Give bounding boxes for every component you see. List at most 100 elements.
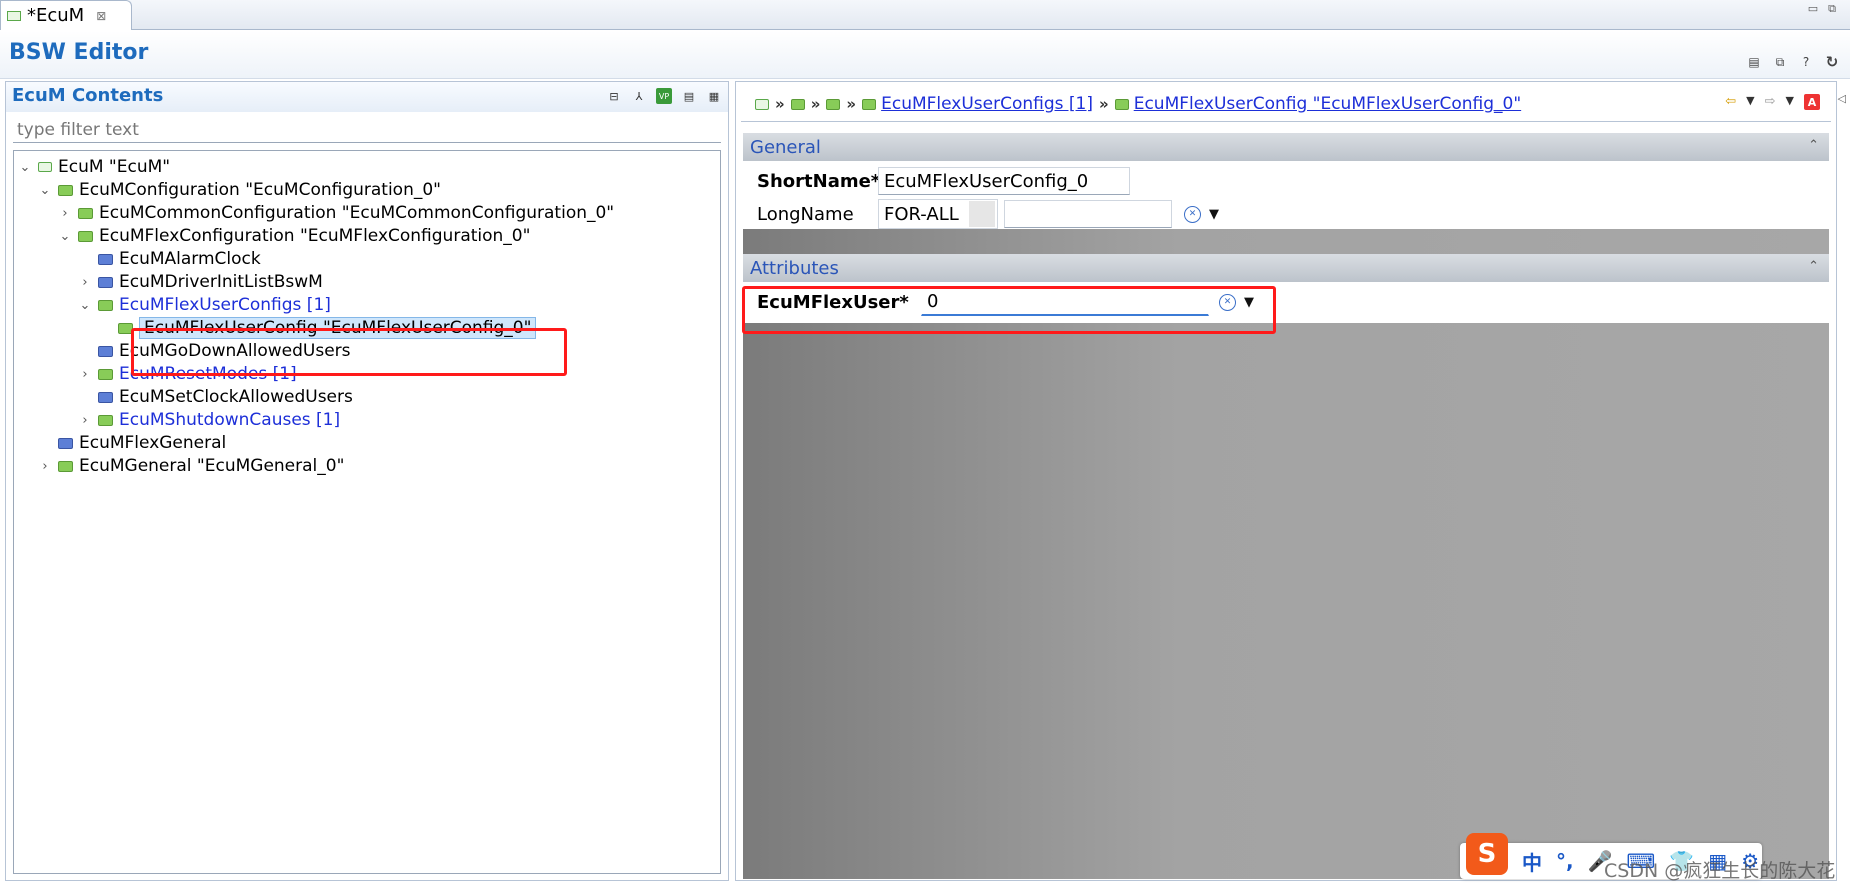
tree-item[interactable]: ⌄ EcuM "EcuM" bbox=[18, 155, 171, 179]
folder-icon bbox=[98, 276, 113, 288]
tree-item[interactable]: › EcuMDriverInitListBswM bbox=[78, 270, 322, 294]
breadcrumb-separator: » bbox=[810, 95, 821, 113]
breadcrumb: » » » EcuMFlexUserConfigs [1] » EcuMFlex… bbox=[741, 87, 1831, 122]
collapse-icon[interactable]: ⌃ bbox=[1808, 138, 1819, 153]
help-icon[interactable]: ? bbox=[1798, 54, 1814, 70]
folder-icon[interactable] bbox=[790, 98, 805, 110]
chevron-right-icon[interactable]: › bbox=[58, 206, 72, 221]
tree-item[interactable]: › EcuMResetModes [1] bbox=[78, 362, 297, 386]
punctuation-icon[interactable]: °, bbox=[1556, 849, 1574, 873]
folder-icon bbox=[98, 391, 113, 403]
tree-item-label: EcuMShutdownCauses [1] bbox=[119, 410, 341, 430]
page-icon[interactable]: ▤ bbox=[681, 88, 697, 104]
tree-item-label: EcuMFlexUserConfig "EcuMFlexUserConfig_0… bbox=[139, 317, 537, 339]
tab-ecum[interactable]: *EcuM ⊠ bbox=[0, 0, 132, 30]
language-dropdown-knob[interactable] bbox=[969, 201, 995, 227]
language-value: FOR-ALL bbox=[884, 203, 959, 225]
module-icon bbox=[38, 162, 52, 172]
chevron-right-icon[interactable]: › bbox=[78, 413, 92, 428]
tree-item[interactable]: › EcuMShutdownCauses [1] bbox=[78, 408, 340, 432]
table-icon[interactable]: ▦ bbox=[706, 88, 722, 104]
tree-item[interactable]: EcuMSetClockAllowedUsers bbox=[78, 385, 353, 409]
tree-item[interactable]: EcuMFlexUserConfig "EcuMFlexUserConfig_0… bbox=[98, 316, 537, 340]
breadcrumb-link-flexuserconfig[interactable]: EcuMFlexUserConfig "EcuMFlexUserConfig_0… bbox=[1134, 94, 1521, 114]
autosar-icon[interactable]: A bbox=[1804, 94, 1820, 110]
tree-item[interactable]: EcuMGoDownAllowedUsers bbox=[78, 339, 351, 363]
general-section-header[interactable]: General ⌃ bbox=[743, 133, 1829, 161]
validate-icon[interactable]: ▤ bbox=[1746, 54, 1762, 70]
back-dropdown-icon[interactable]: ▼ bbox=[1746, 94, 1754, 110]
ime-logo[interactable]: S bbox=[1466, 833, 1508, 875]
attributes-section-header[interactable]: Attributes ⌃ bbox=[743, 254, 1829, 282]
tree-item[interactable]: ⌄ EcuMFlexConfiguration "EcuMFlexConfigur… bbox=[58, 224, 531, 248]
forward-arrow-icon[interactable]: ⇨ bbox=[1765, 94, 1776, 110]
editor-tab-strip: *EcuM ⊠ ▭ ⧉ bbox=[0, 0, 1850, 30]
minimize-icon[interactable]: ▭ bbox=[1808, 2, 1818, 16]
longname-label: LongName bbox=[757, 203, 854, 225]
tree-item-label: EcuMFlexGeneral bbox=[79, 433, 227, 453]
tree-item-label: EcuMGoDownAllowedUsers bbox=[119, 341, 351, 361]
tree-item[interactable]: EcuMFlexGeneral bbox=[38, 431, 226, 455]
reset-icon[interactable]: ✕ bbox=[1184, 205, 1201, 223]
chevron-right-icon[interactable]: › bbox=[78, 275, 92, 290]
close-icon[interactable]: ⊠ bbox=[96, 9, 106, 23]
language-select[interactable]: FOR-ALL bbox=[878, 199, 998, 229]
folder-icon bbox=[58, 437, 73, 449]
shortname-label: ShortName* bbox=[757, 170, 881, 192]
folder-icon[interactable] bbox=[826, 98, 841, 110]
forward-dropdown-icon[interactable]: ▼ bbox=[1786, 94, 1794, 110]
tree-item[interactable]: EcuMAlarmClock bbox=[78, 247, 261, 271]
tree-item[interactable]: ⌄ EcuMConfiguration "EcuMConfiguration_0" bbox=[38, 178, 441, 202]
folder-icon bbox=[98, 253, 113, 265]
folder-icon[interactable] bbox=[1114, 98, 1129, 110]
chevron-down-icon[interactable]: ⌄ bbox=[78, 298, 92, 313]
folder-icon bbox=[58, 460, 73, 472]
side-arrow-icon[interactable]: ◁ bbox=[1838, 92, 1846, 105]
reset-icon[interactable]: ✕ bbox=[1219, 293, 1236, 311]
folder-icon bbox=[118, 322, 133, 334]
folder-icon bbox=[98, 299, 113, 311]
contents-tree: ⌄ EcuM "EcuM" ⌄ EcuMConfiguration "EcuMConf… bbox=[13, 150, 721, 874]
tree-item[interactable]: › EcuMCommonConfiguration "EcuMCommonConf… bbox=[58, 201, 614, 225]
chevron-right-icon[interactable]: › bbox=[38, 459, 52, 474]
tree-item-label: EcuMResetModes [1] bbox=[119, 364, 297, 384]
tree-item-label: EcuMFlexUserConfigs [1] bbox=[119, 295, 331, 315]
refresh-icon[interactable]: ↻ bbox=[1824, 53, 1840, 71]
folder-icon bbox=[78, 207, 93, 219]
chevron-down-icon[interactable]: ⌄ bbox=[38, 183, 52, 198]
vp-res-icon[interactable]: VP bbox=[656, 88, 672, 104]
editor-title: BSW Editor bbox=[9, 40, 149, 65]
longname-input[interactable] bbox=[1004, 200, 1172, 228]
contents-panel: EcuM Contents ⊟ ⅄ VP ▤ ▦ ⌄ EcuM "EcuM" ⌄ Ec… bbox=[5, 81, 729, 881]
folder-icon[interactable] bbox=[862, 98, 877, 110]
chevron-down-icon[interactable]: ⌄ bbox=[58, 229, 72, 244]
chevron-right-icon[interactable]: › bbox=[78, 367, 92, 382]
collapse-icon[interactable]: ⌃ bbox=[1808, 259, 1819, 274]
hierarchy-icon[interactable]: ⅄ bbox=[631, 88, 647, 104]
watermark: CSDN @疯狂生长的陈大花 bbox=[1604, 860, 1836, 882]
collapse-all-icon[interactable]: ⊟ bbox=[606, 88, 622, 104]
general-section-title: General bbox=[750, 136, 821, 158]
maximize-icon[interactable]: ⧉ bbox=[1828, 2, 1836, 16]
chevron-down-icon[interactable]: ⌄ bbox=[18, 160, 32, 175]
tree-item-label: EcuM "EcuM" bbox=[58, 157, 171, 177]
flexuser-row: EcuMFlexUser* ✕ ▼ bbox=[757, 288, 1254, 316]
shortname-input[interactable] bbox=[878, 167, 1130, 195]
flexuser-label: EcuMFlexUser* bbox=[757, 291, 909, 313]
chevron-down-icon[interactable]: ▼ bbox=[1209, 207, 1219, 222]
module-icon[interactable] bbox=[755, 98, 769, 110]
copy-icon[interactable]: ⧉ bbox=[1772, 54, 1788, 70]
back-arrow-icon[interactable]: ⇦ bbox=[1725, 94, 1736, 110]
tree-item-label: EcuMSetClockAllowedUsers bbox=[119, 387, 353, 407]
flexuser-input[interactable] bbox=[921, 288, 1209, 316]
breadcrumb-link-flexuserconfigs[interactable]: EcuMFlexUserConfigs [1] bbox=[881, 94, 1093, 114]
form-background bbox=[743, 133, 1829, 879]
chinese-mode-icon[interactable]: 中 bbox=[1522, 847, 1542, 876]
attributes-section-title: Attributes bbox=[750, 257, 839, 279]
chevron-down-icon[interactable]: ▼ bbox=[1244, 295, 1254, 310]
breadcrumb-separator: » bbox=[846, 95, 857, 113]
contents-panel-title: EcuM Contents bbox=[12, 85, 164, 106]
tree-item[interactable]: › EcuMGeneral "EcuMGeneral_0" bbox=[38, 454, 344, 478]
tree-item[interactable]: ⌄ EcuMFlexUserConfigs [1] bbox=[78, 293, 331, 317]
filter-input[interactable] bbox=[13, 117, 721, 143]
